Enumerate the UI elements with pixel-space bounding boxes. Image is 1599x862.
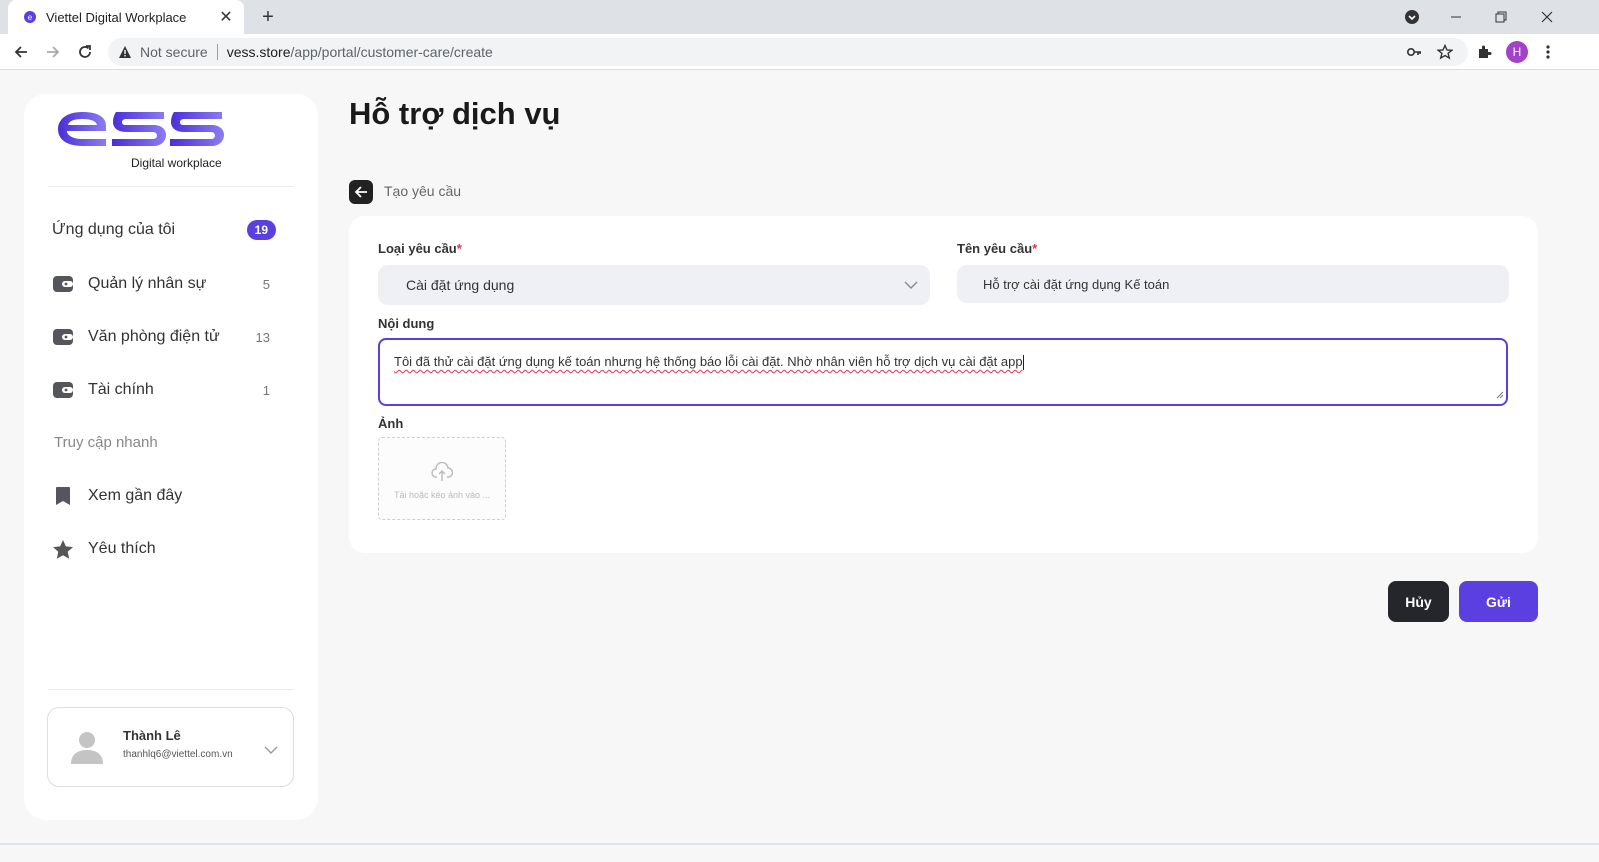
sidebar-item-eoffice[interactable]: Văn phòng điện tử 13 (52, 319, 276, 355)
breadcrumb: Tạo yêu cầu (384, 183, 462, 199)
forward-arrow-icon[interactable] (39, 38, 67, 66)
sidebar-item-count: 5 (262, 276, 270, 292)
send-button[interactable]: Gửi (1459, 581, 1538, 622)
logo-subtitle: Digital workplace (131, 156, 222, 170)
content-text: Tôi đã thử cài đặt ứng dụng kế toán nhưn… (394, 354, 1023, 369)
sidebar-divider (48, 689, 294, 690)
image-label: Ảnh (378, 416, 404, 431)
sidebar-item-count: 1 (262, 382, 270, 398)
user-name: Thành Lê (123, 728, 181, 743)
wallet-icon (52, 379, 74, 401)
request-type-select[interactable]: Cài đặt ứng dụng (378, 265, 930, 305)
required-mark: * (1032, 241, 1038, 256)
back-button[interactable] (349, 180, 373, 204)
name-label: Tên yêu cầu* (957, 241, 1038, 256)
sidebar-item-recent[interactable]: Xem gần đây (52, 478, 276, 514)
chevron-down-icon[interactable] (264, 742, 278, 760)
address-bar[interactable]: Not secure vess.store/app/portal/custome… (108, 38, 1468, 66)
not-secure-label[interactable]: Not secure (140, 44, 208, 60)
sidebar-item-label: Ứng dụng của tôi (52, 221, 176, 238)
browser-toolbar: Not secure vess.store/app/portal/custome… (0, 34, 1599, 70)
resize-grip-icon[interactable] (1496, 387, 1504, 402)
sidebar-item-finance[interactable]: Tài chính 1 (52, 372, 276, 408)
arrow-left-icon (354, 186, 367, 198)
sidebar-item-label: Tài chính (88, 381, 154, 398)
new-tab-button[interactable]: + (256, 5, 280, 29)
user-card[interactable]: Thành Lê thanhlq6@viettel.com.vn (47, 707, 294, 787)
apps-count-badge: 19 (246, 220, 276, 240)
bottom-border (0, 843, 1599, 845)
extensions-icon[interactable] (1470, 38, 1498, 66)
favicon-icon: e (22, 9, 38, 25)
request-name-input[interactable]: Hỗ trợ cài đặt ứng dụng Kế toán (957, 265, 1509, 303)
profile-avatar[interactable]: H (1506, 41, 1528, 63)
cloud-upload-icon (431, 461, 454, 487)
sidebar-item-label: Xem gần đây (88, 487, 183, 504)
sidebar-item-hr[interactable]: Quản lý nhân sự 5 (52, 266, 276, 302)
svg-text:e: e (28, 13, 33, 22)
upload-hint: Tải hoặc kéo ảnh vào ... (393, 490, 491, 500)
sidebar: Digital workplace Ứng dụng của tôi 19 Qu… (24, 94, 318, 820)
key-icon[interactable] (1400, 38, 1428, 66)
cancel-button[interactable]: Hủy (1388, 581, 1449, 622)
chevron-down-icon (904, 277, 918, 293)
sidebar-item-count: 13 (255, 329, 270, 345)
quick-access-heading: Truy cập nhanh (54, 434, 158, 451)
image-upload-dropzone[interactable]: Tải hoặc kéo ảnh vào ... (378, 437, 506, 520)
request-form-card: Loại yêu cầu* Tên yêu cầu* Cài đặt ứng d… (349, 216, 1538, 553)
wallet-icon (52, 273, 74, 295)
browser-tabbar: e Viettel Digital Workplace ✕ + (0, 0, 1599, 34)
sidebar-item-label: Văn phòng điện tử (88, 328, 220, 345)
required-mark: * (456, 241, 462, 256)
user-email: thanhlq6@viettel.com.vn (123, 749, 233, 760)
restore-icon[interactable] (1478, 0, 1524, 34)
minimize-icon[interactable] (1433, 0, 1479, 34)
tab-search-icon[interactable] (1389, 0, 1435, 34)
wallet-icon (52, 326, 74, 348)
tab-close-icon[interactable]: ✕ (218, 7, 234, 27)
sidebar-divider (48, 186, 294, 187)
sidebar-item-label: Quản lý nhân sự (88, 275, 207, 292)
request-type-value: Cài đặt ứng dụng (406, 277, 515, 293)
url-host: vess.store (226, 44, 291, 60)
sidebar-item-favorites[interactable]: Yêu thích (52, 531, 276, 567)
tab-title: Viettel Digital Workplace (46, 9, 187, 25)
url-separator (216, 44, 218, 60)
url-path: /app/portal/customer-care/create (290, 44, 493, 60)
sidebar-item-label: Yêu thích (88, 540, 156, 557)
menu-kebab-icon[interactable] (1534, 38, 1562, 66)
content-textarea[interactable]: Tôi đã thử cài đặt ứng dụng kế toán nhưn… (378, 338, 1508, 406)
star-icon (52, 538, 74, 560)
type-label: Loại yêu cầu* (378, 241, 462, 256)
close-window-icon[interactable] (1524, 0, 1570, 34)
bookmark-icon (52, 485, 74, 507)
star-bookmark-icon[interactable] (1431, 38, 1459, 66)
sidebar-item-my-apps[interactable]: Ứng dụng của tôi 19 (52, 212, 276, 248)
content-label: Nội dung (378, 316, 435, 331)
back-arrow-icon[interactable] (7, 38, 35, 66)
browser-tab[interactable]: e Viettel Digital Workplace ✕ (8, 0, 244, 34)
user-avatar-icon (70, 730, 104, 764)
text-caret (1022, 355, 1024, 371)
warning-icon[interactable] (118, 45, 132, 59)
page-title: Hỗ trợ dịch vụ (349, 96, 561, 131)
reload-icon[interactable] (71, 38, 99, 66)
